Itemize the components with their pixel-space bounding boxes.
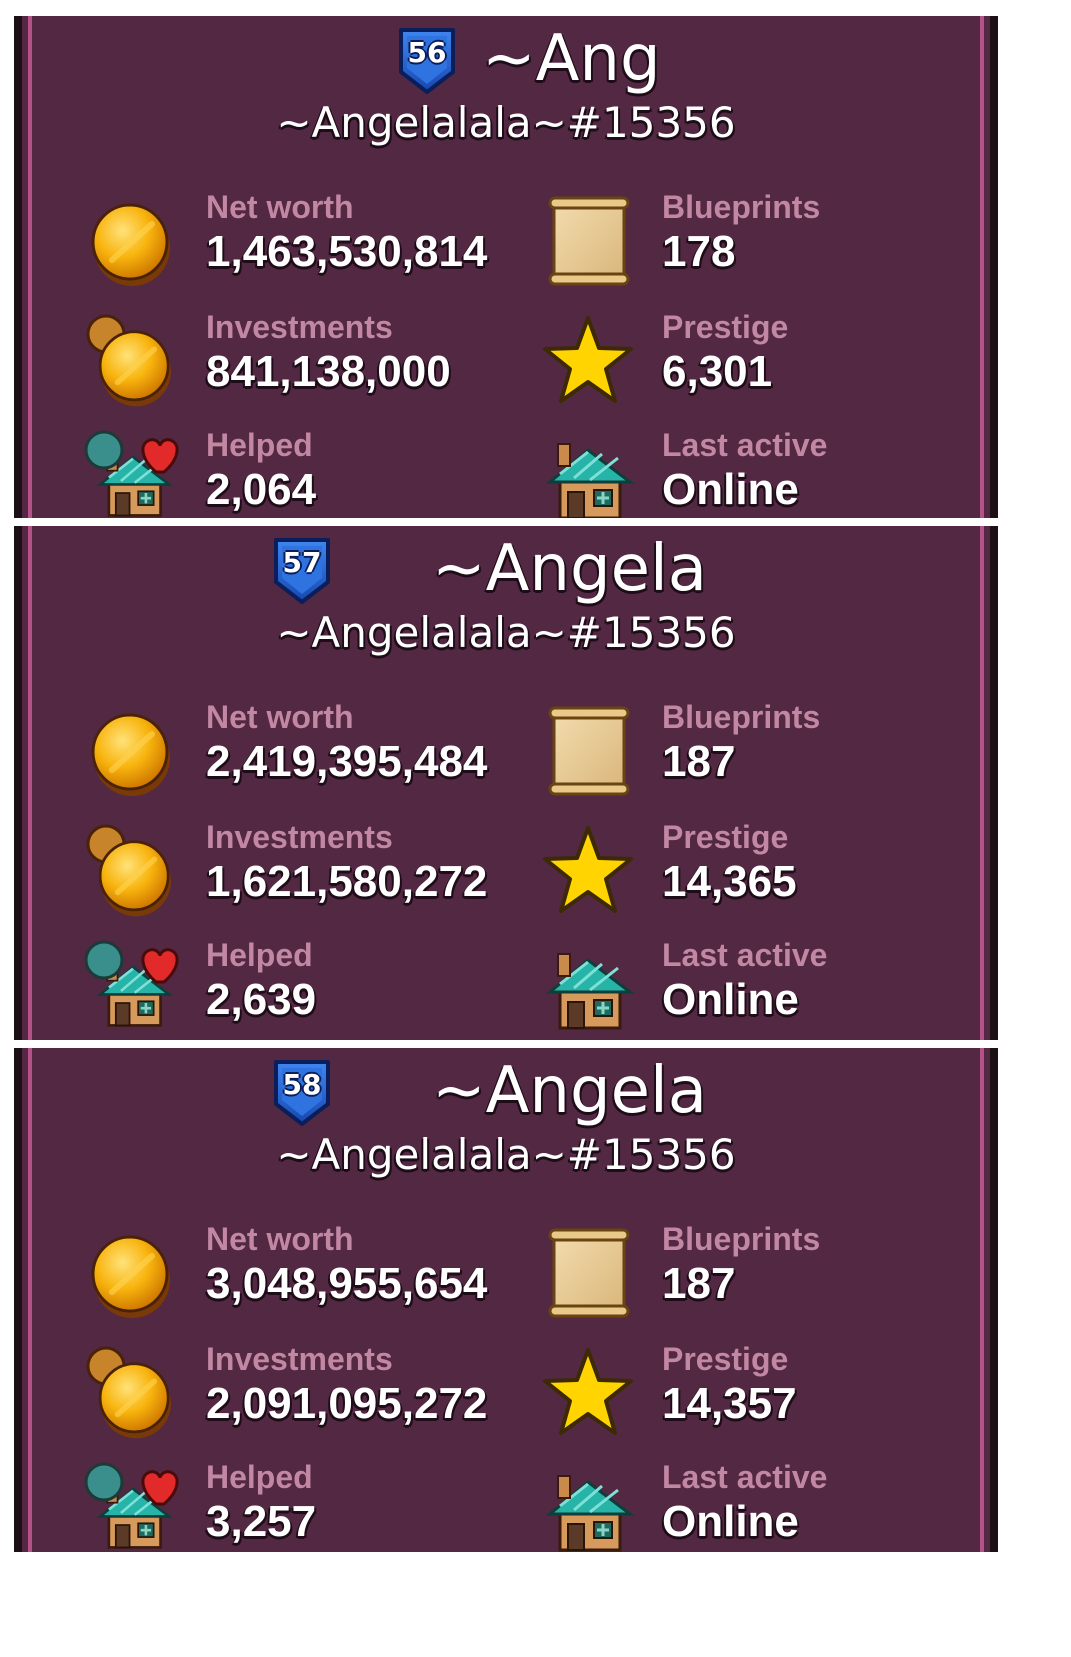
stat-label: Blueprints <box>662 699 821 735</box>
stat-label: Helped <box>206 1459 313 1495</box>
stat-value: 2,419,395,484 <box>206 737 488 786</box>
star-icon <box>538 310 638 410</box>
player-name: ~Angela <box>432 1054 707 1128</box>
shop-heart-icon <box>82 938 182 1038</box>
stat-blueprints: Blueprints 187 <box>538 692 958 802</box>
stat-value: 178 <box>662 227 736 276</box>
profile-card: 57 ~Angela ~Angelalala~#15356 Net worth … <box>14 526 998 1040</box>
stat-net-worth: Net worth 2,419,395,484 <box>82 692 502 802</box>
stat-value: 14,357 <box>662 1379 797 1428</box>
stat-value: Online <box>662 1497 799 1546</box>
scroll-icon <box>538 700 638 800</box>
stat-investments: Investments 841,138,000 <box>82 302 502 412</box>
star-icon <box>538 1342 638 1442</box>
level-badge: 58 <box>272 1058 332 1128</box>
profile-card: 56 ~Ang ~Angelalala~#15356 Net worth 1,4… <box>14 16 998 518</box>
player-tag: ~Angelalala~#15356 <box>276 1130 736 1179</box>
level-number: 58 <box>282 1068 322 1101</box>
stat-net-worth: Net worth 1,463,530,814 <box>82 182 502 292</box>
player-name: ~Ang <box>482 22 661 96</box>
stat-label: Net worth <box>206 189 354 225</box>
stat-value: 2,064 <box>206 465 317 514</box>
shop-heart-icon <box>82 1460 182 1552</box>
profile-header: 58 ~Angela ~Angelalala~#15356 <box>22 1048 990 1188</box>
stat-value: 841,138,000 <box>206 347 451 396</box>
profile-header: 56 ~Ang ~Angelalala~#15356 <box>22 16 990 156</box>
stat-label: Prestige <box>662 309 789 345</box>
stat-blueprints: Blueprints 178 <box>538 182 958 292</box>
stat-label: Helped <box>206 937 313 973</box>
stat-value: 187 <box>662 1259 736 1308</box>
stat-label: Net worth <box>206 1221 354 1257</box>
stat-prestige: Prestige 6,301 <box>538 302 958 412</box>
stat-value: 187 <box>662 737 736 786</box>
stat-label: Net worth <box>206 699 354 735</box>
stat-value: 1,463,530,814 <box>206 227 488 276</box>
scroll-icon <box>538 190 638 290</box>
coin-stack-icon <box>82 1342 182 1442</box>
stat-label: Blueprints <box>662 1221 821 1257</box>
profile-card: 58 ~Angela ~Angelalala~#15356 Net worth … <box>14 1048 998 1552</box>
stat-prestige: Prestige 14,365 <box>538 812 958 922</box>
stat-label: Investments <box>206 309 393 345</box>
stat-last-active: Last active Online <box>538 930 958 1040</box>
stat-label: Prestige <box>662 819 789 855</box>
player-tag: ~Angelalala~#15356 <box>276 608 736 657</box>
stat-label: Helped <box>206 427 313 463</box>
coin-icon <box>82 190 182 290</box>
level-number: 56 <box>407 36 447 69</box>
stat-investments: Investments 1,621,580,272 <box>82 812 502 922</box>
stat-label: Last active <box>662 1459 828 1495</box>
stat-label: Last active <box>662 427 828 463</box>
stat-net-worth: Net worth 3,048,955,654 <box>82 1214 502 1324</box>
stat-label: Investments <box>206 819 393 855</box>
coin-stack-icon <box>82 310 182 410</box>
stat-investments: Investments 2,091,095,272 <box>82 1334 502 1444</box>
level-badge: 57 <box>272 536 332 606</box>
stat-value: Online <box>662 975 799 1024</box>
stat-last-active: Last active Online <box>538 1452 958 1552</box>
stat-value: 14,365 <box>662 857 797 906</box>
shop-icon <box>538 1460 638 1552</box>
star-icon <box>538 820 638 920</box>
stat-value: 2,091,095,272 <box>206 1379 488 1428</box>
level-number: 57 <box>282 546 322 579</box>
stat-helped: Helped 2,064 <box>82 420 502 518</box>
stat-last-active: Last active Online <box>538 420 958 518</box>
stat-value: Online <box>662 465 799 514</box>
stat-label: Investments <box>206 1341 393 1377</box>
stat-helped: Helped 3,257 <box>82 1452 502 1552</box>
player-tag: ~Angelalala~#15356 <box>276 98 736 147</box>
stat-value: 1,621,580,272 <box>206 857 488 906</box>
stat-helped: Helped 2,639 <box>82 930 502 1040</box>
stat-value: 3,048,955,654 <box>206 1259 488 1308</box>
profile-header: 57 ~Angela ~Angelalala~#15356 <box>22 526 990 666</box>
shop-icon <box>538 428 638 518</box>
coin-icon <box>82 1222 182 1322</box>
stat-value: 6,301 <box>662 347 773 396</box>
shop-heart-icon <box>82 428 182 518</box>
stat-label: Blueprints <box>662 189 821 225</box>
player-name: ~Angela <box>432 532 707 606</box>
stat-value: 2,639 <box>206 975 317 1024</box>
stat-value: 3,257 <box>206 1497 317 1546</box>
scroll-icon <box>538 1222 638 1322</box>
coin-icon <box>82 700 182 800</box>
stat-prestige: Prestige 14,357 <box>538 1334 958 1444</box>
stat-label: Prestige <box>662 1341 789 1377</box>
stat-blueprints: Blueprints 187 <box>538 1214 958 1324</box>
level-badge: 56 <box>397 26 457 96</box>
stat-label: Last active <box>662 937 828 973</box>
shop-icon <box>538 938 638 1038</box>
coin-stack-icon <box>82 820 182 920</box>
